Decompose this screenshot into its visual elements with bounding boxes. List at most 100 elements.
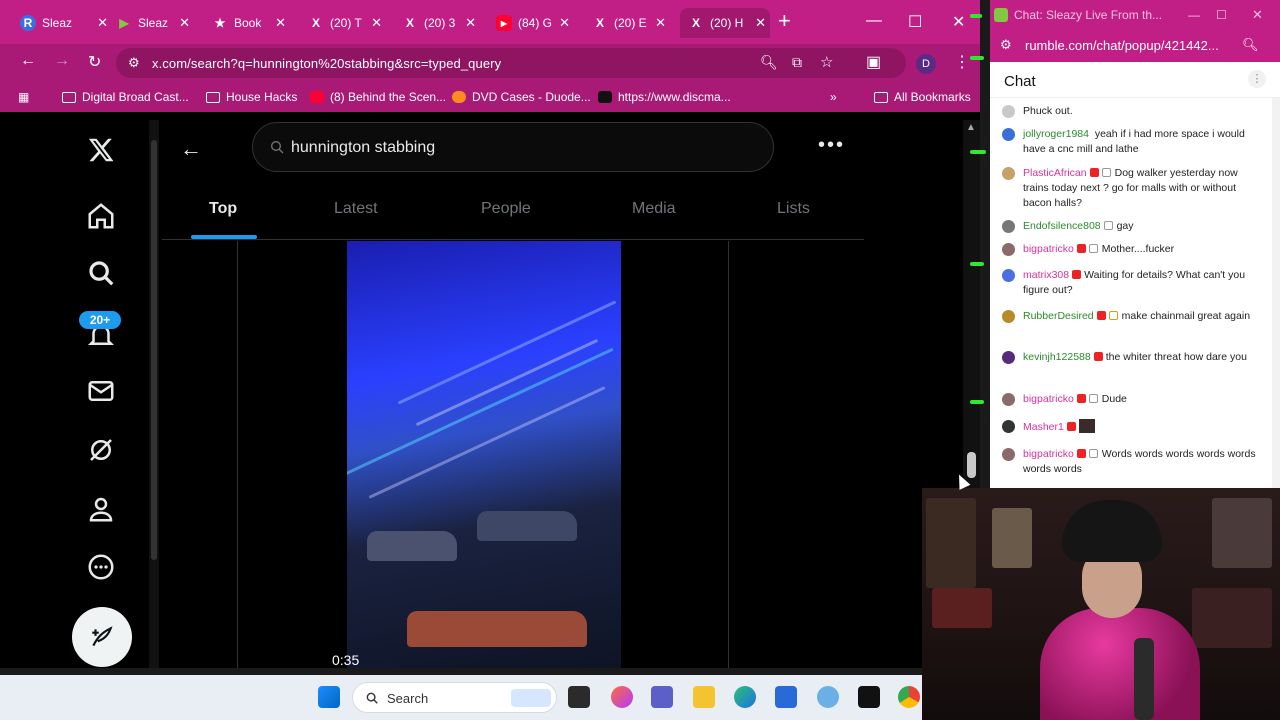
tab-5[interactable]: X (20) 3 ✕ [402,8,480,38]
apps-icon[interactable]: ▦ [18,90,29,104]
windows-start-icon[interactable] [318,686,340,708]
back-icon[interactable]: ← [20,52,36,70]
more-bookmarks-icon[interactable]: » [830,90,837,104]
close-icon[interactable]: ✕ [371,15,382,31]
username[interactable]: bigpatricko [1023,243,1074,255]
x-left-nav: 20+ [5,120,155,668]
site-info-icon[interactable]: ⚙ [1000,37,1012,53]
video-player[interactable] [347,241,621,668]
scroll-thumb[interactable] [151,140,157,560]
bookmark-3[interactable]: (8) Behind the Scen... [310,90,446,104]
site-info-icon[interactable]: ⚙ [128,55,140,71]
reload-icon[interactable]: ↻ [88,52,101,72]
username[interactable]: Endofsilence808 [1023,220,1101,232]
post-button[interactable] [72,607,132,667]
tab-7[interactable]: X (20) E ✕ [592,8,670,38]
minimize-button[interactable]: — [1188,8,1200,22]
tab-top[interactable]: Top [209,200,237,218]
close-icon[interactable]: ✕ [655,15,666,31]
profile-icon[interactable] [81,489,121,529]
mail-icon[interactable] [81,371,121,411]
search-input[interactable]: hunnington stabbing [252,122,774,172]
left-scrollbar[interactable] [149,120,159,668]
zoom-icon[interactable]: 🔍︎ [760,54,778,71]
bookmark-4[interactable]: DVD Cases - Duode... [452,90,591,104]
tab-lists[interactable]: Lists [777,200,810,218]
tab-4[interactable]: X (20) T ✕ [308,8,386,38]
close-window-button[interactable]: ✕ [952,12,965,32]
close-icon[interactable]: ✕ [179,15,190,31]
tab-3[interactable]: ★ Book ✕ [212,8,290,38]
badge-icon [1076,394,1086,403]
home-icon[interactable] [81,196,121,236]
search-highlight-icon [511,689,551,707]
scroll-up-icon[interactable]: ▲ [966,122,976,133]
username[interactable]: matrix308 [1023,269,1069,281]
all-bookmarks[interactable]: All Bookmarks [874,90,971,104]
settings-icon[interactable] [817,686,839,708]
teams-icon[interactable] [651,686,673,708]
scroll-thumb[interactable] [967,452,976,478]
username[interactable]: PlasticAfrican [1023,167,1087,179]
tab-6[interactable]: ▶ (84) G ✕ [496,8,574,38]
x-logo-icon[interactable] [81,130,121,170]
zoom-icon[interactable]: 🔍︎ [1242,37,1259,53]
search-icon [366,692,378,704]
tab-people[interactable]: People [481,200,531,218]
badge-icon [1101,168,1111,177]
copilot-icon[interactable] [611,686,633,708]
close-icon[interactable]: ✕ [275,15,286,31]
chat-menu-icon[interactable]: ⋮ [1248,70,1266,88]
close-icon[interactable]: ✕ [755,15,766,31]
menu-icon[interactable]: ⋮ [954,52,970,72]
username[interactable]: bigpatricko [1023,393,1074,405]
tab-media[interactable]: Media [632,200,676,218]
edge-icon[interactable] [734,686,756,708]
install-icon[interactable]: ⧉ [792,54,802,71]
bookmark-2[interactable]: House Hacks [206,90,297,104]
badge-icon [1089,168,1099,177]
tab-latest[interactable]: Latest [334,200,378,218]
tab-8-active[interactable]: X (20) H ✕ [680,8,770,38]
tab-2[interactable]: ▶ Sleaz ✕ [116,8,194,38]
username[interactable]: jollyroger1984 [1023,128,1089,140]
bookmark-star-icon[interactable]: ☆ [820,53,833,71]
more-icon[interactable] [81,547,121,587]
tab-1[interactable]: R Sleaz ✕ [20,8,112,38]
search-icon[interactable] [81,253,121,293]
minimize-button[interactable]: — [866,12,882,30]
task-view-icon[interactable] [568,686,590,708]
maximize-button[interactable]: ☐ [1216,8,1227,22]
avatar [1002,105,1015,118]
close-icon[interactable]: ✕ [559,15,570,31]
message-text: Phuck out. [1023,105,1073,117]
terminal-icon[interactable] [858,686,880,708]
taskbar-search[interactable]: Search [352,682,557,713]
close-icon[interactable]: ✕ [97,15,108,31]
chat-address-bar[interactable]: ⚙ rumble.com/chat/popup/421442... 🔍︎ [990,30,1280,62]
tab-label: (20) H [710,16,744,30]
store-icon[interactable] [775,686,797,708]
chrome-icon[interactable] [898,686,920,708]
new-tab-button[interactable]: + [778,10,791,32]
maximize-button[interactable]: ☐ [908,12,922,32]
close-icon[interactable]: ✕ [465,15,476,31]
back-arrow-icon[interactable]: ← [180,136,202,162]
username[interactable]: bigpatricko [1023,448,1074,460]
bookmark-1[interactable]: Digital Broad Cast... [62,90,189,104]
grok-icon[interactable] [81,430,121,470]
avatar [1002,167,1015,180]
more-options-icon[interactable]: ••• [818,134,845,157]
address-bar[interactable]: ⚙ x.com/search?q=hunnington%20stabbing&s… [116,48,906,78]
chat-scrollbar[interactable] [1272,98,1280,488]
username[interactable]: RubberDesired [1023,310,1094,322]
username[interactable]: kevinjh122588 [1023,351,1091,363]
close-window-button[interactable]: ✕ [1252,7,1263,23]
file-explorer-icon[interactable] [693,686,715,708]
sidepanel-icon[interactable]: ▣ [866,52,881,72]
bookmark-5[interactable]: https://www.discma... [598,90,731,104]
notification-badge: 20+ [79,311,121,329]
forward-icon[interactable]: → [54,52,70,70]
profile-avatar[interactable]: D [916,54,936,74]
username[interactable]: Masher1 [1023,421,1064,433]
